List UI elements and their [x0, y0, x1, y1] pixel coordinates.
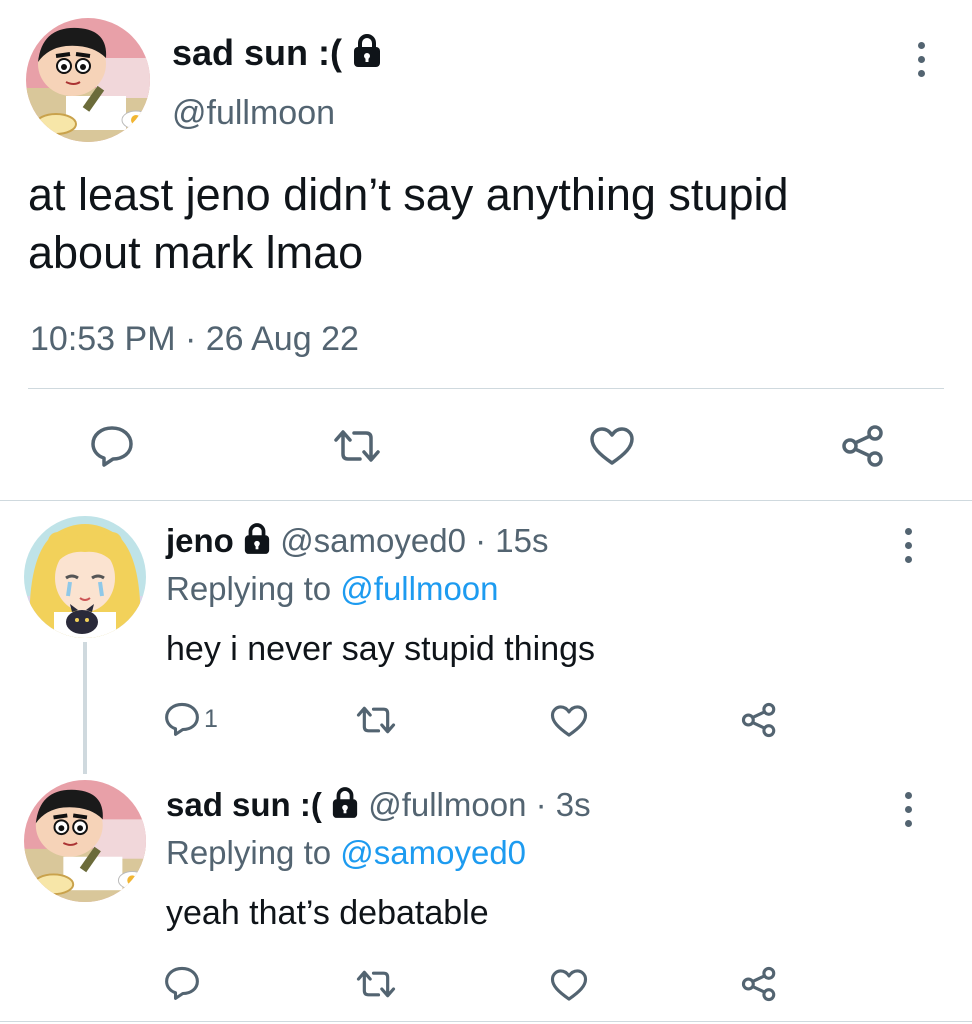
reply1-share-button[interactable]: [740, 702, 778, 738]
retweet-icon: [356, 970, 396, 998]
like-icon: [550, 969, 588, 1001]
reply2-retweet-button[interactable]: [355, 969, 397, 999]
main-timestamp[interactable]: 10:53 PM · 26 Aug 22: [30, 320, 359, 359]
share-icon: [741, 702, 776, 738]
reply1-header: jeno @samoyed0 · 15s: [166, 522, 549, 560]
cartoon-boy-avatar-icon: [26, 18, 150, 142]
lock-icon: [332, 787, 358, 818]
main-share-button[interactable]: [840, 424, 886, 468]
main-like-button[interactable]: [589, 426, 635, 466]
main-display-name-row[interactable]: sad sun :(: [172, 32, 382, 74]
main-handle[interactable]: @fullmoon: [172, 94, 335, 133]
main-tweet-text-line1: at least jeno didn’t say anything stupid: [28, 169, 789, 220]
retweet-icon: [356, 706, 396, 734]
reply2-reply-button[interactable]: [164, 966, 200, 1000]
reply1-replying-to: Replying to @fullmoon: [166, 570, 499, 608]
reply1-separator: ·: [475, 522, 487, 559]
share-icon: [741, 966, 776, 1002]
cartoon-boy-avatar-icon: [24, 780, 146, 902]
share-icon: [842, 425, 883, 467]
reply2-display-name[interactable]: sad sun :(: [166, 786, 322, 823]
thread-connector: [83, 642, 87, 774]
divider: [0, 1021, 972, 1022]
main-display-name[interactable]: sad sun :(: [172, 32, 342, 73]
reply-icon: [165, 966, 199, 1000]
reply2-replying-mention[interactable]: @samoyed0: [340, 834, 526, 871]
reply1-like-button[interactable]: [550, 704, 588, 738]
reply1-reply-button[interactable]: 1: [164, 702, 218, 736]
reply-icon: [165, 702, 199, 736]
reply2-text: yeah that’s debatable: [166, 894, 489, 932]
reply2-share-button[interactable]: [740, 966, 778, 1002]
reply2-avatar[interactable]: [24, 780, 146, 902]
main-retweet-button[interactable]: [332, 428, 382, 464]
main-tweet-text-line2: about mark lmao: [28, 227, 364, 278]
reply1-replying-mention[interactable]: @fullmoon: [340, 570, 498, 607]
reply2-like-button[interactable]: [550, 968, 588, 1002]
like-icon: [550, 705, 588, 737]
main-avatar[interactable]: [26, 18, 150, 142]
lock-icon: [354, 34, 381, 67]
reply1-display-name[interactable]: jeno: [166, 522, 234, 559]
reply-icon: [91, 426, 133, 467]
reply1-time[interactable]: 15s: [495, 522, 548, 559]
reply2-separator: ·: [535, 786, 547, 823]
tweet-thread: sad sun :( @fullmoon at least jeno didn’…: [0, 0, 972, 1024]
reply1-reply-count: 1: [204, 704, 218, 733]
like-icon: [590, 427, 634, 465]
reply1-avatar[interactable]: [24, 516, 146, 638]
reply1-replying-prefix: Replying to: [166, 570, 332, 607]
divider: [28, 388, 944, 389]
reply2-replying-prefix: Replying to: [166, 834, 332, 871]
lock-icon: [244, 523, 270, 554]
reply2-header: sad sun :( @fullmoon · 3s: [166, 786, 591, 824]
retweet-icon: [334, 430, 380, 462]
anime-girl-avatar-icon: [24, 516, 146, 638]
reply2-time[interactable]: 3s: [556, 786, 591, 823]
reply1-more-icon[interactable]: [901, 528, 915, 563]
reply2-more-icon[interactable]: [901, 792, 915, 827]
reply2-handle[interactable]: @fullmoon: [368, 786, 526, 823]
main-reply-button[interactable]: [90, 425, 134, 467]
reply1-handle[interactable]: @samoyed0: [280, 522, 466, 559]
reply1-text: hey i never say stupid things: [166, 630, 596, 668]
main-more-icon[interactable]: [914, 42, 928, 77]
main-tweet-text: at least jeno didn’t say anything stupid…: [28, 166, 948, 282]
divider: [0, 500, 972, 501]
reply1-retweet-button[interactable]: [355, 705, 397, 735]
reply2-replying-to: Replying to @samoyed0: [166, 834, 526, 872]
